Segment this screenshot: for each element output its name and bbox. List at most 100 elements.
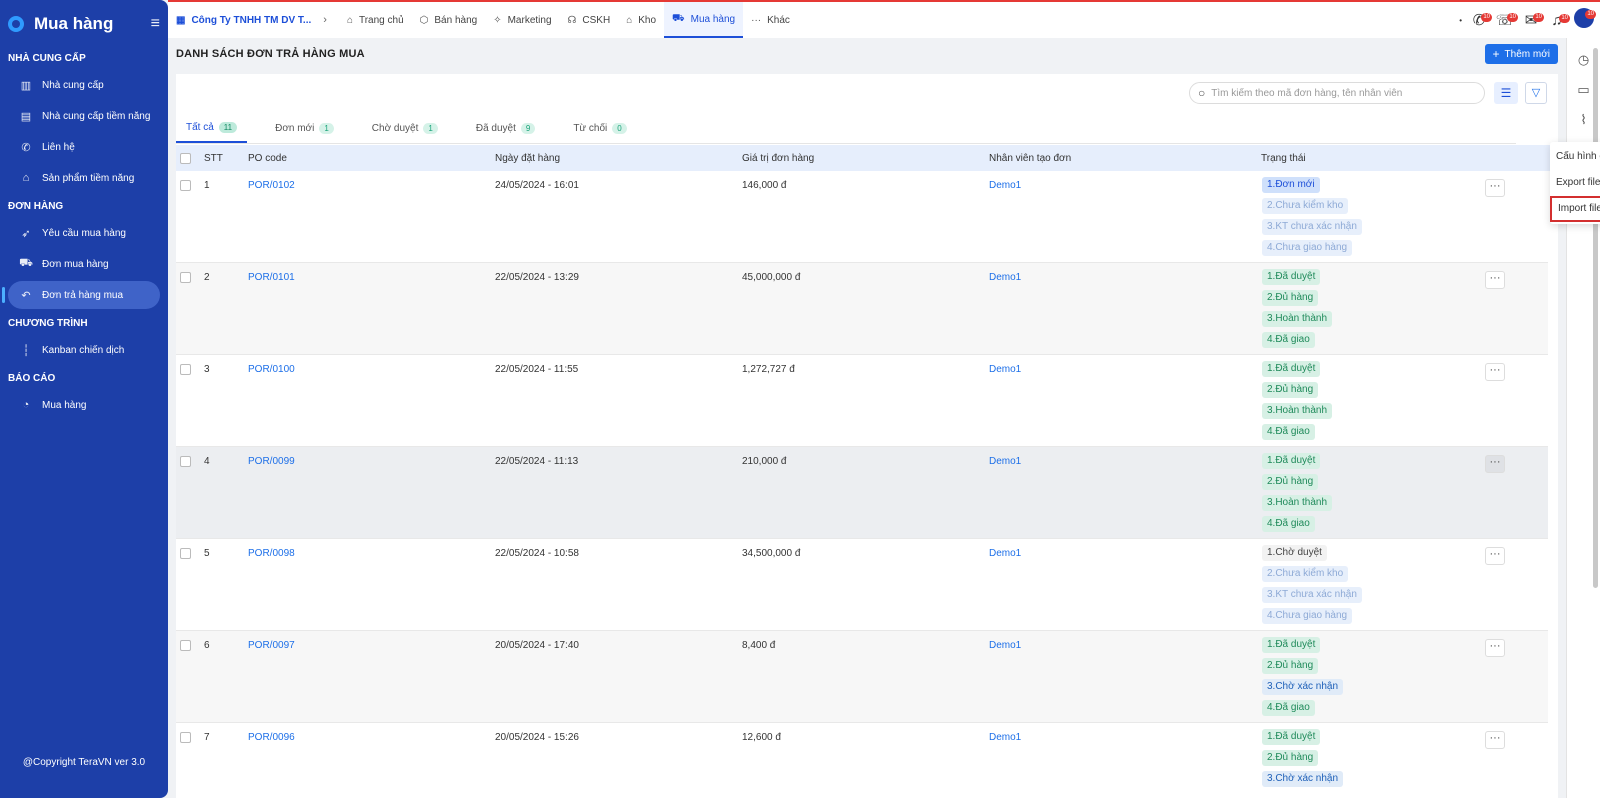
nav-trang-chu[interactable]: ⌂ Trang chủ: [339, 2, 412, 38]
home-icon: ⌂: [346, 14, 353, 26]
po-code-link[interactable]: POR/0102: [248, 180, 295, 191]
tab-da-duyet[interactable]: Đã duyệt 9: [466, 114, 545, 143]
nav-khac[interactable]: ··· Khác: [743, 2, 798, 38]
return-icon: ↶: [21, 289, 31, 302]
po-code-link[interactable]: POR/0098: [248, 548, 295, 559]
row-checkbox[interactable]: [180, 364, 191, 378]
filter-button[interactable]: ▽: [1525, 82, 1547, 104]
employee-link[interactable]: Demo1: [989, 364, 1021, 375]
po-code-link[interactable]: POR/0096: [248, 732, 295, 743]
table-row[interactable]: 5 POR/0098 22/05/2024 - 10:58 34,500,000 đ D…: [176, 539, 1548, 631]
table-row[interactable]: 1 POR/0102 24/05/2024 - 16:01 146,000 đ Demo…: [176, 171, 1548, 263]
row-checkbox[interactable]: [180, 732, 191, 746]
row-more-button[interactable]: ···: [1485, 639, 1505, 657]
row-more-button[interactable]: ···: [1485, 271, 1505, 289]
sidebar-item-don-tra-hang-mua[interactable]: ↶ Đơn trả hàng mua: [2, 281, 160, 309]
settings-dropdown: Cấu hình cột Export file excel Import fi…: [1550, 142, 1600, 224]
menu-item-import-excel[interactable]: Import file excel: [1550, 196, 1600, 222]
row-checkbox[interactable]: [180, 640, 191, 654]
sidebar-item-kanban-chien-dich[interactable]: ┆ Kanban chiến dịch: [8, 336, 160, 364]
tab-don-moi[interactable]: Đơn mới 1: [265, 114, 344, 143]
row-checkbox[interactable]: [180, 456, 191, 470]
menu-item-export-excel[interactable]: Export file excel: [1550, 170, 1600, 196]
employee-link[interactable]: Demo1: [989, 272, 1021, 283]
status-badge: 2.Đủ hàng: [1262, 750, 1319, 766]
col-order-value: Giá trị đơn hàng: [742, 153, 815, 164]
order-value: 210,000 đ: [742, 456, 787, 467]
sidebar-item-don-mua-hang[interactable]: ⛟ Đơn mua hàng: [8, 250, 160, 278]
bell-icon[interactable]: ♫ 10: [1544, 12, 1570, 29]
po-code-link[interactable]: POR/0097: [248, 640, 295, 651]
phone-icon[interactable]: ✆ 10: [1466, 11, 1492, 29]
nav-ban-hang[interactable]: ⬡ Bán hàng: [412, 2, 486, 38]
row-more-button[interactable]: ···: [1485, 455, 1505, 473]
status-badge: 2.Đủ hàng: [1262, 474, 1319, 490]
nav-marketing[interactable]: ✧ Marketing: [485, 2, 559, 38]
sidebar-title: Mua hàng: [34, 14, 114, 33]
table-row[interactable]: 2 POR/0101 22/05/2024 - 13:29 45,000,000 đ D…: [176, 263, 1548, 355]
chat-icon[interactable]: ☏ 10: [1492, 11, 1518, 29]
sidebar-item-san-pham-tiem-nang[interactable]: ⌂ Sản phẩm tiềm năng: [8, 164, 160, 192]
sidebar-item-yeu-cau-mua-hang[interactable]: ➶ Yêu cầu mua hàng: [8, 219, 160, 247]
select-all-checkbox[interactable]: [180, 153, 191, 167]
menu-toggle-icon[interactable]: ≡: [151, 15, 160, 33]
row-more-button[interactable]: ···: [1485, 731, 1505, 749]
sidebar-item-nha-cung-cap[interactable]: ▥ Nhà cung cấp: [8, 71, 160, 99]
sidebar-item-nha-cung-cap-tiem-nang[interactable]: ▤ Nhà cung cấp tiềm năng: [8, 102, 160, 130]
employee-link[interactable]: Demo1: [989, 180, 1021, 191]
sidebar-section-title: ĐƠN HÀNG: [8, 201, 64, 212]
row-more-button[interactable]: ···: [1485, 547, 1505, 565]
tab-label: Từ chối: [573, 123, 608, 134]
topbar-actions: • ✆ 10 ☏ 10 ✉ 10 ♫ 10 10: [1459, 2, 1596, 38]
menu-item-cau-hinh-cot[interactable]: Cấu hình cột: [1550, 144, 1600, 170]
po-code-link[interactable]: POR/0099: [248, 456, 295, 467]
status-badge: 1.Đã duyệt: [1262, 637, 1321, 653]
status-tabs: Tất cả 11 Đơn mới 1 Chờ duyệt 1 Đã duyệt 9 T…: [176, 114, 1516, 144]
employee-link[interactable]: Demo1: [989, 640, 1021, 651]
megaphone-icon: ✧: [493, 14, 502, 26]
table-row[interactable]: 7 POR/0096 20/05/2024 - 15:26 12,600 đ Demo1…: [176, 723, 1548, 798]
column-config-button[interactable]: ☰: [1494, 82, 1518, 104]
tab-tu-choi[interactable]: Từ chối 0: [563, 114, 636, 143]
sidebar-item-label: Nhà cung cấp tiềm năng: [42, 110, 151, 122]
scrollbar[interactable]: [1593, 48, 1598, 588]
employee-link[interactable]: Demo1: [989, 456, 1021, 467]
search-input[interactable]: ○ Tìm kiếm theo mã đơn hàng, tên nhân viê…: [1189, 82, 1485, 104]
nav-kho[interactable]: ⌂ Kho: [618, 2, 664, 38]
tab-count: 0: [612, 123, 627, 134]
row-checkbox[interactable]: [180, 272, 191, 286]
nav-cskh[interactable]: ☊ CSKH: [560, 2, 619, 38]
phone-icon: ✆: [21, 141, 31, 154]
copyright: @Copyright TeraVN ver 3.0: [22, 757, 146, 768]
tab-tat-ca[interactable]: Tất cả 11: [176, 114, 248, 143]
row-more-button[interactable]: ···: [1485, 179, 1505, 197]
add-new-button[interactable]: + Thêm mới: [1484, 44, 1558, 64]
row-checkbox[interactable]: [180, 180, 191, 194]
po-code-link[interactable]: POR/0101: [248, 272, 295, 283]
row-stt: 4: [204, 456, 210, 467]
row-more-button[interactable]: ···: [1485, 363, 1505, 381]
mail-icon[interactable]: ✉ 10: [1518, 11, 1544, 29]
nav-mua-hang[interactable]: ⛟ Mua hàng: [664, 2, 744, 38]
table-row[interactable]: 6 POR/0097 20/05/2024 - 17:40 8,400 đ Demo1 1…: [176, 631, 1548, 723]
mail-badge: 10: [1533, 13, 1544, 22]
status-tags: 1.Đơn mới 2.Chưa kiểm kho 3.KT chưa xác nh…: [1262, 177, 1362, 261]
tab-cho-duyet[interactable]: Chờ duyệt 1: [362, 114, 448, 143]
sidebar-item-lien-he[interactable]: ✆ Liên hệ: [8, 133, 160, 161]
user-avatar[interactable]: 10: [1570, 8, 1596, 32]
company-selector[interactable]: ▦ Công Ty TNHH TM DV T...: [176, 15, 311, 26]
col-stt: STT: [204, 153, 223, 164]
employee-link[interactable]: Demo1: [989, 732, 1021, 743]
status-badge: 3.Hoàn thành: [1262, 403, 1333, 419]
order-date: 20/05/2024 - 15:26: [495, 732, 579, 743]
table-row[interactable]: 4 POR/0099 22/05/2024 - 11:13 210,000 đ Demo…: [176, 447, 1548, 539]
sidebar-item-bao-cao-mua-hang[interactable]: ◔ Mua hàng: [8, 391, 160, 419]
table-row[interactable]: 3 POR/0100 22/05/2024 - 11:55 1,272,727 đ De…: [176, 355, 1548, 447]
employee-link[interactable]: Demo1: [989, 548, 1021, 559]
tab-label: Đơn mới: [275, 123, 315, 134]
row-checkbox[interactable]: [180, 548, 191, 562]
sidebar-section-title: BÁO CÁO: [8, 373, 56, 384]
rocket-icon: ➶: [21, 227, 31, 240]
building-star-icon: ▤: [20, 110, 32, 123]
po-code-link[interactable]: POR/0100: [248, 364, 295, 375]
